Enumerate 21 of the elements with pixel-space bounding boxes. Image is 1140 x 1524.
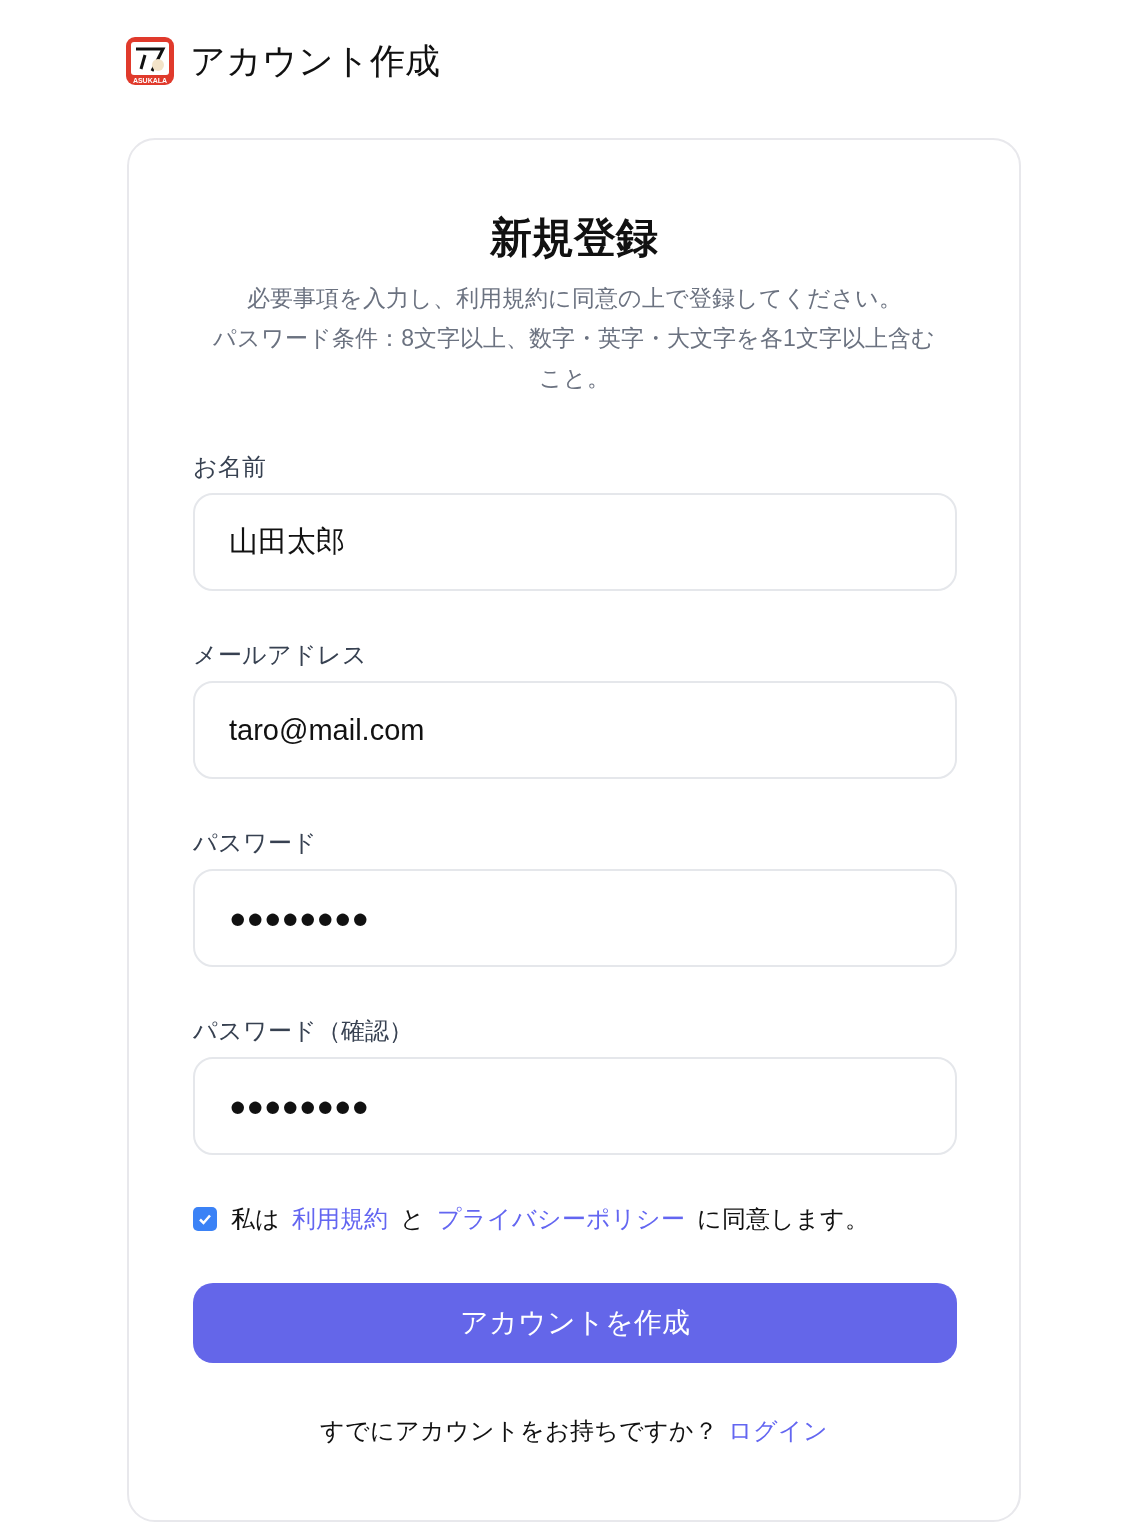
field-label: パスワード	[193, 828, 318, 858]
card-title: 新規登録	[489, 213, 659, 263]
input-field[interactable]: taro@mail.com	[193, 681, 957, 779]
login-link[interactable]: ログイン	[728, 1415, 828, 1447]
create-account-button[interactable]: アカウントを作成	[193, 1283, 957, 1363]
subtitle-text: パスワード条件：8文字以上、数字・英字・大文字を各1文字以上含むこと。	[212, 324, 936, 393]
input-field[interactable]: ●●●●●●●●	[193, 869, 957, 967]
agreement-text: 私は	[231, 1204, 280, 1234]
footer-text: すでにアカウントをお持ちですか？	[320, 1416, 718, 1446]
agreement-text: に同意します。	[697, 1204, 869, 1234]
agree-checkbox[interactable]	[193, 1207, 217, 1231]
agreement-link[interactable]: 利用規約	[292, 1203, 388, 1235]
field-label: メールアドレス	[193, 640, 368, 670]
page-title: アカウント作成	[190, 43, 440, 78]
input-field[interactable]: 山田太郎	[193, 493, 957, 591]
subtitle-text: 必要事項を入力し、利用規約に同意の上で登録してください。	[245, 284, 903, 313]
agreement-text: と	[400, 1204, 425, 1234]
input-field[interactable]: ●●●●●●●●	[193, 1057, 957, 1155]
field-label: お名前	[193, 452, 267, 482]
agreement-link[interactable]: プライバシーポリシー	[437, 1203, 685, 1235]
field-label: パスワード（確認）	[193, 1016, 414, 1046]
